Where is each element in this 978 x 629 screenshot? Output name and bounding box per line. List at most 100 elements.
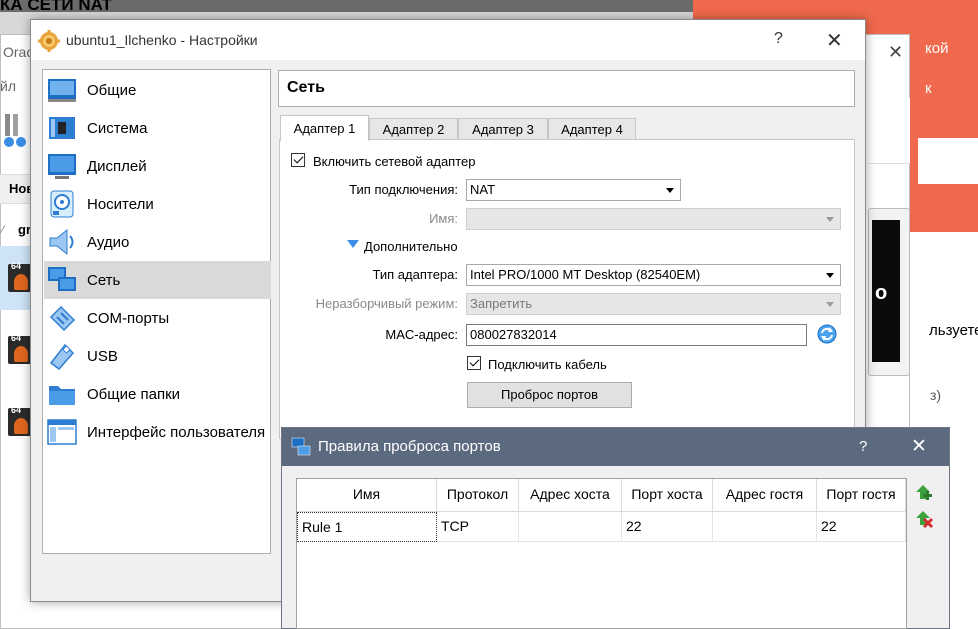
manager-details-panel — [868, 98, 910, 164]
port-forwarding-title: Правила проброса портов — [318, 438, 501, 455]
vm-preview-text: о — [875, 282, 888, 304]
help-button[interactable]: ? — [774, 30, 783, 48]
table-cell-guest-port[interactable]: 22 — [817, 512, 906, 542]
adapter-type-value: Intel PRO/1000 MT Desktop (82540EM) — [470, 267, 701, 282]
background-article-text: льзуете — [929, 322, 978, 339]
tools-icon[interactable] — [3, 112, 29, 152]
nav-label: Аудио — [87, 234, 130, 251]
nav-label: Носители — [87, 196, 154, 213]
nav-label: Интерфейс пользователя — [87, 424, 266, 441]
vm-arch-badge: 64 — [11, 261, 22, 271]
attached-to-label: Тип подключения: — [349, 182, 458, 197]
network-icon — [291, 437, 311, 456]
group-chevron-icon[interactable]: ⁄ — [2, 224, 4, 236]
network-icon — [48, 267, 76, 291]
port-forwarding-button[interactable]: Проброс портов — [467, 382, 632, 408]
nav-item-audio[interactable]: Аудио — [44, 223, 271, 261]
column-header-host-port[interactable]: Порт хоста — [622, 479, 713, 512]
chevron-down-icon — [826, 273, 834, 278]
chevron-down-icon — [826, 302, 834, 307]
nav-label: Система — [87, 120, 148, 137]
tab-adapter-1[interactable]: Адаптер 1 — [280, 115, 369, 141]
tab-adapter-4[interactable]: Адаптер 4 — [548, 118, 636, 140]
cable-connected-label: Подключить кабель — [488, 357, 607, 372]
background-orange-text: кой — [925, 40, 949, 57]
nav-label: USB — [87, 348, 118, 365]
nav-label: COM-порты — [87, 310, 170, 327]
table-cell-host-ip[interactable] — [519, 512, 622, 542]
column-header-name[interactable]: Имя — [297, 479, 437, 512]
section-header — [278, 70, 855, 107]
nav-label: Общие — [87, 82, 137, 99]
adapter-type-select[interactable]: Intel PRO/1000 MT Desktop (82540EM) — [466, 264, 841, 286]
refresh-mac-icon[interactable] — [817, 324, 837, 344]
attached-to-select[interactable]: NAT — [466, 179, 681, 201]
column-header-guest-ip[interactable]: Адрес гостя — [713, 479, 817, 512]
close-button[interactable]: ✕ — [911, 435, 927, 458]
enable-adapter-label: Включить сетевой адаптер — [313, 154, 476, 169]
system-icon — [49, 117, 75, 139]
table-cell-protocol[interactable]: TCP — [437, 512, 519, 542]
promiscuous-mode-value: Запретить — [470, 296, 533, 311]
nav-label: Сеть — [87, 272, 121, 289]
help-button[interactable]: ? — [859, 438, 867, 455]
vm-list-item[interactable]: 64 — [0, 318, 32, 382]
ubuntu-logo-icon — [14, 274, 28, 290]
settings-nav-list: Общие Система Дисплей Носители Аудио Сет… — [42, 69, 271, 554]
background-page-heading: КА СЕТИ NAT — [0, 0, 112, 14]
column-header-guest-port[interactable]: Порт гостя — [817, 479, 906, 512]
column-header-protocol[interactable]: Протокол — [437, 479, 519, 512]
table-cell-host-port[interactable]: 22 — [622, 512, 713, 542]
attached-to-value: NAT — [470, 182, 496, 197]
nav-item-usb[interactable]: USB — [44, 337, 271, 375]
mac-address-input[interactable]: 080027832014 — [466, 324, 807, 346]
display-icon — [48, 154, 76, 179]
background-orange-text: к — [925, 80, 932, 97]
manager-menu-file[interactable]: йл — [0, 78, 16, 94]
add-rule-icon[interactable] — [912, 482, 934, 504]
mac-address-label: MAC-адрес: — [385, 327, 458, 342]
storage-icon — [50, 190, 74, 218]
nav-item-network[interactable]: Сеть — [44, 261, 271, 299]
tab-adapter-2[interactable]: Адаптер 2 — [369, 118, 458, 140]
nav-item-user-interface[interactable]: Интерфейс пользователя — [44, 413, 271, 451]
promiscuous-mode-select[interactable]: Запретить — [466, 293, 841, 315]
manager-title: Orac — [3, 44, 34, 60]
serial-port-icon — [49, 305, 76, 332]
nav-item-serial[interactable]: COM-порты — [44, 299, 271, 337]
enable-adapter-checkbox[interactable] — [291, 153, 305, 167]
section-title: Сеть — [287, 79, 325, 96]
vm-arch-badge: 64 — [11, 333, 22, 343]
nav-item-shared-folders[interactable]: Общие папки — [44, 375, 271, 413]
background-email-input[interactable] — [918, 138, 978, 184]
name-label: Имя: — [429, 211, 458, 226]
ubuntu-logo-icon — [14, 418, 28, 434]
usb-icon — [49, 343, 75, 371]
expand-arrow-icon[interactable] — [347, 240, 359, 248]
tab-adapter-3[interactable]: Адаптер 3 — [458, 118, 548, 140]
name-select[interactable] — [466, 208, 841, 230]
nav-item-general[interactable]: Общие — [44, 71, 271, 109]
nav-item-storage[interactable]: Носители — [44, 185, 271, 223]
advanced-toggle[interactable]: Дополнительно — [364, 239, 458, 254]
nav-label: Дисплей — [87, 158, 147, 175]
column-header-host-ip[interactable]: Адрес хоста — [519, 479, 622, 512]
close-button[interactable]: ✕ — [826, 28, 843, 53]
ubuntu-logo-icon — [14, 346, 28, 362]
shared-folder-icon — [49, 386, 75, 405]
nav-item-display[interactable]: Дисплей — [44, 147, 271, 185]
settings-gear-icon — [38, 30, 60, 52]
cable-connected-checkbox[interactable] — [467, 356, 481, 370]
table-cell-guest-ip[interactable] — [713, 512, 817, 542]
vm-arch-badge: 64 — [11, 405, 22, 415]
nav-item-system[interactable]: Система — [44, 109, 271, 147]
vm-list-item[interactable]: 64 — [0, 390, 32, 454]
table-cell-name[interactable]: Rule 1 — [297, 512, 437, 542]
nav-label: Общие папки — [87, 386, 181, 403]
chevron-down-icon — [666, 188, 674, 193]
chevron-down-icon — [826, 217, 834, 222]
vm-list-item[interactable]: 64 — [0, 246, 32, 310]
remove-rule-icon[interactable] — [912, 508, 934, 530]
promiscuous-mode-label: Неразборчивый режим: — [315, 296, 458, 311]
manager-close-icon[interactable]: ✕ — [888, 42, 903, 63]
